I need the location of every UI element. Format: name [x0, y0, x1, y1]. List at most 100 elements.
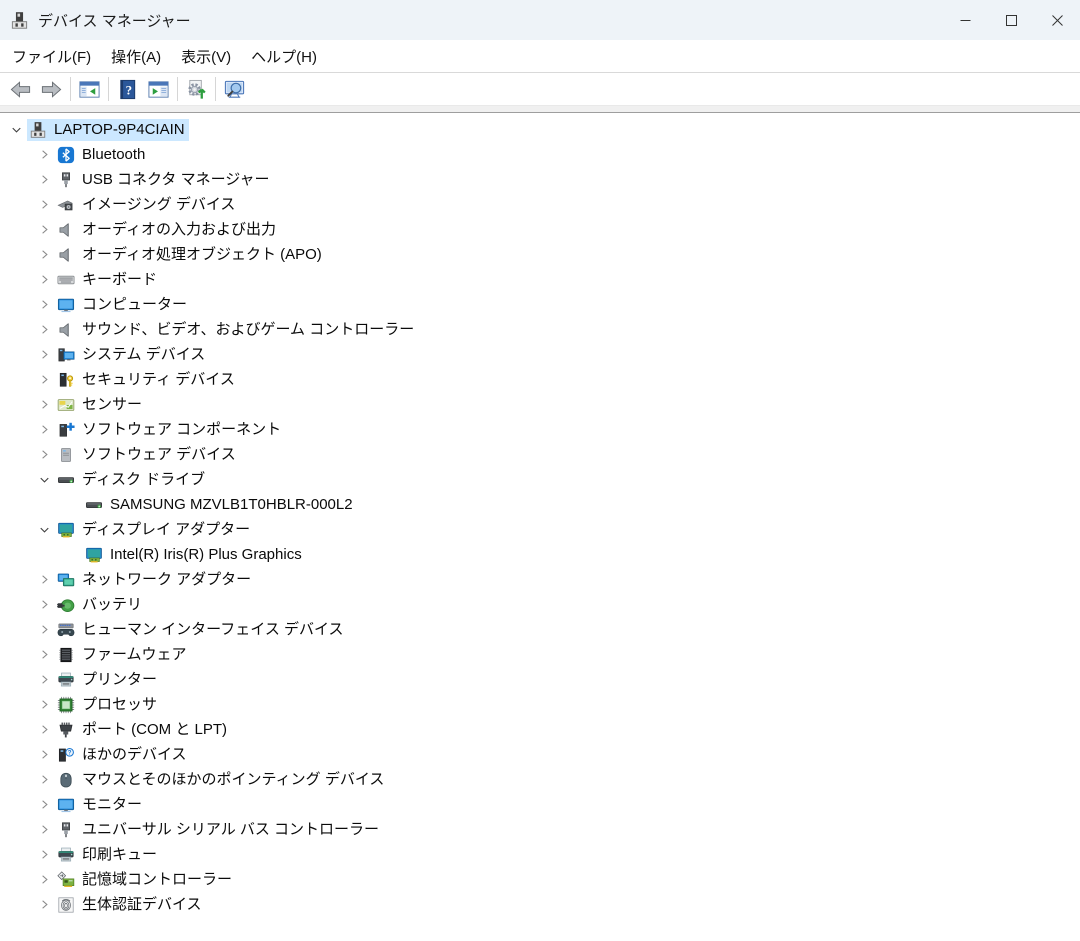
tree-item-content: 印刷キュー: [55, 844, 161, 866]
speaker-icon: [57, 246, 75, 264]
chevron-expanded-icon[interactable]: [5, 117, 27, 142]
chevron-collapsed-icon[interactable]: [33, 167, 55, 192]
chevron-collapsed-icon[interactable]: [33, 692, 55, 717]
battery-icon: [57, 596, 75, 614]
tree-item[interactable]: ヒューマン インターフェイス デバイス: [0, 617, 1080, 642]
tree-item[interactable]: マウスとそのほかのポインティング デバイス: [0, 767, 1080, 792]
chevron-collapsed-icon[interactable]: [33, 842, 55, 867]
disk-drive-icon: [57, 471, 75, 489]
firmware-icon: [57, 646, 75, 664]
chevron-collapsed-icon[interactable]: [33, 392, 55, 417]
tree-item[interactable]: オーディオ処理オブジェクト (APO): [0, 242, 1080, 267]
chevron-collapsed-icon[interactable]: [33, 592, 55, 617]
forward-button[interactable]: [36, 75, 67, 103]
close-button[interactable]: [1034, 0, 1080, 40]
sensors-icon: [57, 396, 75, 414]
chevron-collapsed-icon[interactable]: [33, 192, 55, 217]
menu-help[interactable]: ヘルプ(H): [241, 41, 327, 72]
tree-item-label: ほかのデバイス: [82, 746, 187, 764]
tree-item[interactable]: ?ほかのデバイス: [0, 742, 1080, 767]
tree-item-content: ファームウェア: [55, 644, 191, 666]
chevron-collapsed-icon[interactable]: [33, 817, 55, 842]
menu-file[interactable]: ファイル(F): [2, 41, 101, 72]
chevron-collapsed-icon[interactable]: [33, 342, 55, 367]
tree-item-label: ユニバーサル シリアル バス コントローラー: [82, 821, 379, 839]
chevron-collapsed-icon[interactable]: [33, 742, 55, 767]
chevron-collapsed-icon[interactable]: [33, 217, 55, 242]
tree-item-label: ファームウェア: [82, 646, 187, 664]
tree-item[interactable]: ディスプレイ アダプター: [0, 517, 1080, 542]
action-pane-toggle-button[interactable]: [143, 75, 174, 103]
chevron-expanded-icon[interactable]: [33, 517, 55, 542]
tree-item[interactable]: バッテリ: [0, 592, 1080, 617]
chevron-collapsed-icon[interactable]: [33, 617, 55, 642]
tree-item-label: Intel(R) Iris(R) Plus Graphics: [110, 546, 302, 564]
chevron-collapsed-icon[interactable]: [33, 667, 55, 692]
tree-item[interactable]: ネットワーク アダプター: [0, 567, 1080, 592]
tree-item-content: キーボード: [55, 269, 161, 291]
minimize-button[interactable]: [942, 0, 988, 40]
monitor-icon: [57, 296, 75, 314]
tree-item[interactable]: 生体認証デバイス: [0, 892, 1080, 917]
chevron-collapsed-icon[interactable]: [33, 267, 55, 292]
tree-item[interactable]: ソフトウェア コンポーネント: [0, 417, 1080, 442]
tree-item[interactable]: プリンター: [0, 667, 1080, 692]
tree-item-content: プリンター: [55, 669, 161, 691]
chevron-collapsed-icon[interactable]: [33, 717, 55, 742]
menu-action[interactable]: 操作(A): [101, 41, 171, 72]
tree-item[interactable]: センサー: [0, 392, 1080, 417]
scan-hardware-icon: [223, 78, 246, 101]
scan-hardware-changes-button[interactable]: [219, 75, 250, 103]
maximize-button[interactable]: [988, 0, 1034, 40]
chevron-collapsed-icon[interactable]: [33, 442, 55, 467]
update-driver-button[interactable]: [181, 75, 212, 103]
tree-item[interactable]: サウンド、ビデオ、およびゲーム コントローラー: [0, 317, 1080, 342]
chevron-collapsed-icon[interactable]: [33, 242, 55, 267]
tree-item[interactable]: ディスク ドライブ: [0, 467, 1080, 492]
chevron-collapsed-icon[interactable]: [33, 892, 55, 917]
tree-item[interactable]: システム デバイス: [0, 342, 1080, 367]
chevron-collapsed-icon[interactable]: [33, 567, 55, 592]
tree-item[interactable]: モニター: [0, 792, 1080, 817]
tree-item[interactable]: ポート (COM と LPT): [0, 717, 1080, 742]
chevron-expanded-icon[interactable]: [33, 467, 55, 492]
tree-item[interactable]: ソフトウェア デバイス: [0, 442, 1080, 467]
chevron-collapsed-icon[interactable]: [33, 767, 55, 792]
tree-item[interactable]: オーディオの入力および出力: [0, 217, 1080, 242]
tree-item-label: ソフトウェア コンポーネント: [82, 421, 281, 439]
tree-item[interactable]: コンピューター: [0, 292, 1080, 317]
keyboard-icon: [57, 271, 75, 289]
chevron-collapsed-icon[interactable]: [33, 867, 55, 892]
window-controls: [942, 0, 1080, 40]
tree-item[interactable]: イメージング デバイス: [0, 192, 1080, 217]
tree-item[interactable]: Intel(R) Iris(R) Plus Graphics: [0, 542, 1080, 567]
tree-item[interactable]: プロセッサ: [0, 692, 1080, 717]
chevron-collapsed-icon[interactable]: [33, 367, 55, 392]
tree-item[interactable]: 印刷キュー: [0, 842, 1080, 867]
network-adapter-icon: [57, 571, 75, 589]
chevron-collapsed-icon[interactable]: [33, 417, 55, 442]
tree-item[interactable]: Bluetooth: [0, 142, 1080, 167]
tree-item[interactable]: LAPTOP-9P4CIAIN: [0, 117, 1080, 142]
chevron-collapsed-icon[interactable]: [33, 142, 55, 167]
chevron-collapsed-icon[interactable]: [33, 642, 55, 667]
speaker-icon: [57, 221, 75, 239]
tree-item[interactable]: 記憶域コントローラー: [0, 867, 1080, 892]
tree-item-label: セキュリティ デバイス: [82, 371, 235, 389]
tree-item-content: 生体認証デバイス: [55, 894, 206, 916]
back-button[interactable]: [5, 75, 36, 103]
software-components-icon: [57, 421, 75, 439]
console-tree-toggle-button[interactable]: [74, 75, 105, 103]
tree-item[interactable]: キーボード: [0, 267, 1080, 292]
tree-item[interactable]: セキュリティ デバイス: [0, 367, 1080, 392]
tree-item[interactable]: SAMSUNG MZVLB1T0HBLR-000L2: [0, 492, 1080, 517]
chevron-collapsed-icon[interactable]: [33, 792, 55, 817]
device-tree: LAPTOP-9P4CIAINBluetoothUSB コネクタ マネージャーイ…: [0, 113, 1080, 941]
tree-item[interactable]: ファームウェア: [0, 642, 1080, 667]
help-button[interactable]: ?: [112, 75, 143, 103]
chevron-collapsed-icon[interactable]: [33, 292, 55, 317]
tree-item[interactable]: USB コネクタ マネージャー: [0, 167, 1080, 192]
chevron-collapsed-icon[interactable]: [33, 317, 55, 342]
menu-view[interactable]: 表示(V): [171, 41, 241, 72]
tree-item[interactable]: ユニバーサル シリアル バス コントローラー: [0, 817, 1080, 842]
